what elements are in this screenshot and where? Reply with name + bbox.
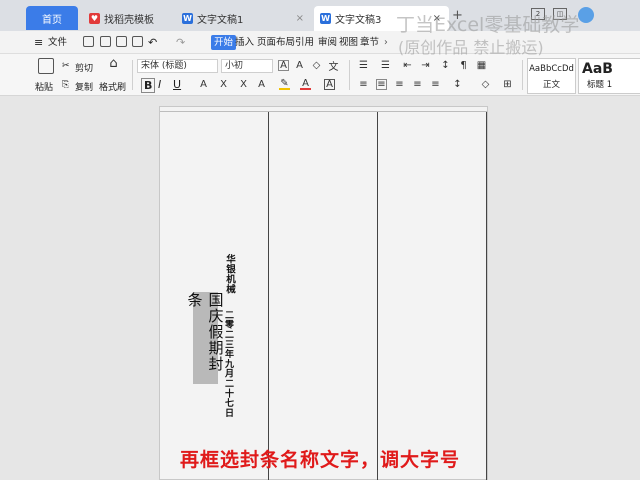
wps-writer-window: { "tabs": { "home": "首页", "template": "找… <box>0 0 640 480</box>
numbered-list-icon[interactable]: ☰ <box>380 60 391 71</box>
sort-icon[interactable]: ↕ <box>440 60 451 71</box>
font-color-icon[interactable]: A <box>300 78 311 90</box>
borders-icon[interactable]: ⊞ <box>502 79 513 90</box>
menu-chapter[interactable]: 章节 <box>360 35 379 50</box>
writer-doc-icon: W <box>320 13 331 24</box>
style-normal-label: 正文 <box>542 80 560 90</box>
align-center-icon[interactable]: ≡ <box>376 79 387 90</box>
style-heading-label: 标题 1 <box>587 80 613 90</box>
bold-button[interactable]: B <box>141 78 156 93</box>
paste-icon[interactable] <box>38 58 54 74</box>
tab-doc1-label: 文字文稿1 <box>197 15 244 26</box>
hamburger-icon[interactable]: ≡ <box>34 35 43 50</box>
divider <box>349 60 350 90</box>
ribbon-start: 粘贴 ✂ 剪切 ⎘ 复制 ⌂ 格式刷 宋体 (标题) 小初 A A ◇ 文 B … <box>0 54 640 96</box>
clear-format-icon[interactable]: ◇ <box>311 60 322 71</box>
font-name-value: 宋体 (标题) <box>141 61 187 71</box>
watermark-line2: (原创作品 禁止搬运) <box>398 38 544 57</box>
strikethrough-icon[interactable]: A <box>198 79 209 90</box>
align-left-icon[interactable]: ≡ <box>358 79 369 90</box>
format-painter-icon[interactable]: ⌂ <box>108 56 119 71</box>
undo-icon[interactable]: ↶ <box>148 35 157 50</box>
indent-increase-icon[interactable]: ⇥ <box>420 60 431 71</box>
tutorial-caption: 再框选封条名称文字，调大字号 <box>179 449 460 471</box>
menu-reference[interactable]: 引用 <box>295 35 314 50</box>
font-size-select[interactable]: 小初 <box>221 59 273 73</box>
tab-home[interactable]: 首页 <box>26 6 78 30</box>
avatar[interactable] <box>578 7 594 23</box>
divider <box>522 60 523 90</box>
table-column-border <box>377 112 378 480</box>
highlight-color-icon[interactable]: ✎ <box>279 78 290 90</box>
margin-line <box>160 111 487 112</box>
cut-button[interactable]: 剪切 <box>75 61 93 74</box>
indent-decrease-icon[interactable]: ⇤ <box>402 60 413 71</box>
font-name-select[interactable]: 宋体 (标题) <box>137 59 218 73</box>
character-border-icon[interactable]: A <box>324 79 335 90</box>
paste-button[interactable]: 粘贴 <box>35 80 53 93</box>
company-name[interactable]: 华银机械 <box>222 254 236 294</box>
save-icon[interactable] <box>83 36 94 47</box>
show-marks-icon[interactable]: ¶ <box>458 60 469 71</box>
pinyin-icon[interactable]: 文 <box>328 60 339 73</box>
menu-insert[interactable]: 插入 <box>235 35 254 50</box>
export-icon[interactable] <box>100 36 111 47</box>
copy-button[interactable]: 复制 <box>75 80 93 93</box>
menu-review[interactable]: 审阅 <box>318 35 337 50</box>
print-icon[interactable] <box>116 36 127 47</box>
align-right-icon[interactable]: ≡ <box>394 79 405 90</box>
text-effect-icon[interactable]: A <box>256 79 267 90</box>
tab-doc1[interactable]: W 文字文稿1 × <box>176 6 312 31</box>
tab-doc3-label: 文字文稿3 <box>335 15 382 26</box>
shading-icon[interactable]: ◇ <box>480 79 491 90</box>
menu-view[interactable]: 视图 <box>339 35 358 50</box>
line-spacing-icon[interactable]: ↕ <box>452 79 463 90</box>
seal-title-selected[interactable]: 国庆假期封条 <box>186 292 225 384</box>
justify-icon[interactable]: ≡ <box>412 79 423 90</box>
menu-start[interactable]: 开始 <box>211 35 237 50</box>
table-column-border <box>486 112 487 480</box>
watermark-line1: 丁当Excel零基础教学 <box>396 14 580 36</box>
style-normal[interactable]: AaBbCcDd 正文 <box>527 58 576 94</box>
subscript-icon[interactable]: X <box>238 79 249 90</box>
font-size-value: 小初 <box>225 61 244 71</box>
superscript-icon[interactable]: X <box>218 79 229 90</box>
style-heading-sample: AaB <box>582 61 613 77</box>
tab-template-label: 找稻壳模板 <box>104 15 154 26</box>
copy-icon: ⎘ <box>62 80 70 90</box>
tab-template[interactable]: ♥ 找稻壳模板 <box>83 6 171 31</box>
tab-home-label: 首页 <box>42 14 62 26</box>
menu-file[interactable]: 文件 <box>48 35 67 50</box>
print-preview-icon[interactable] <box>132 36 143 47</box>
redo-icon[interactable]: ↷ <box>176 35 185 50</box>
menu-page-layout[interactable]: 页面布局 <box>257 35 295 50</box>
decrease-font-icon[interactable]: A <box>294 60 305 71</box>
table-column-border <box>268 112 269 480</box>
docer-icon: ♥ <box>89 13 100 24</box>
divider <box>132 60 133 90</box>
style-heading-1[interactable]: AaB 标题 1 <box>578 58 640 94</box>
bullet-list-icon[interactable]: ☰ <box>358 60 369 71</box>
writer-doc-icon: W <box>182 13 193 24</box>
format-painter-button[interactable]: 格式刷 <box>99 80 126 93</box>
italic-button[interactable]: I <box>158 78 161 91</box>
cut-icon: ✂ <box>62 61 70 71</box>
close-tab-icon[interactable]: × <box>296 13 304 24</box>
table-borders-icon[interactable]: ▦ <box>476 60 487 71</box>
style-normal-sample: AaBbCcDd <box>529 64 574 74</box>
distributed-icon[interactable]: ≡ <box>430 79 441 90</box>
more-menu-icon[interactable]: › <box>384 35 388 50</box>
increase-font-icon[interactable]: A <box>278 60 289 71</box>
underline-button[interactable]: U <box>173 78 181 91</box>
